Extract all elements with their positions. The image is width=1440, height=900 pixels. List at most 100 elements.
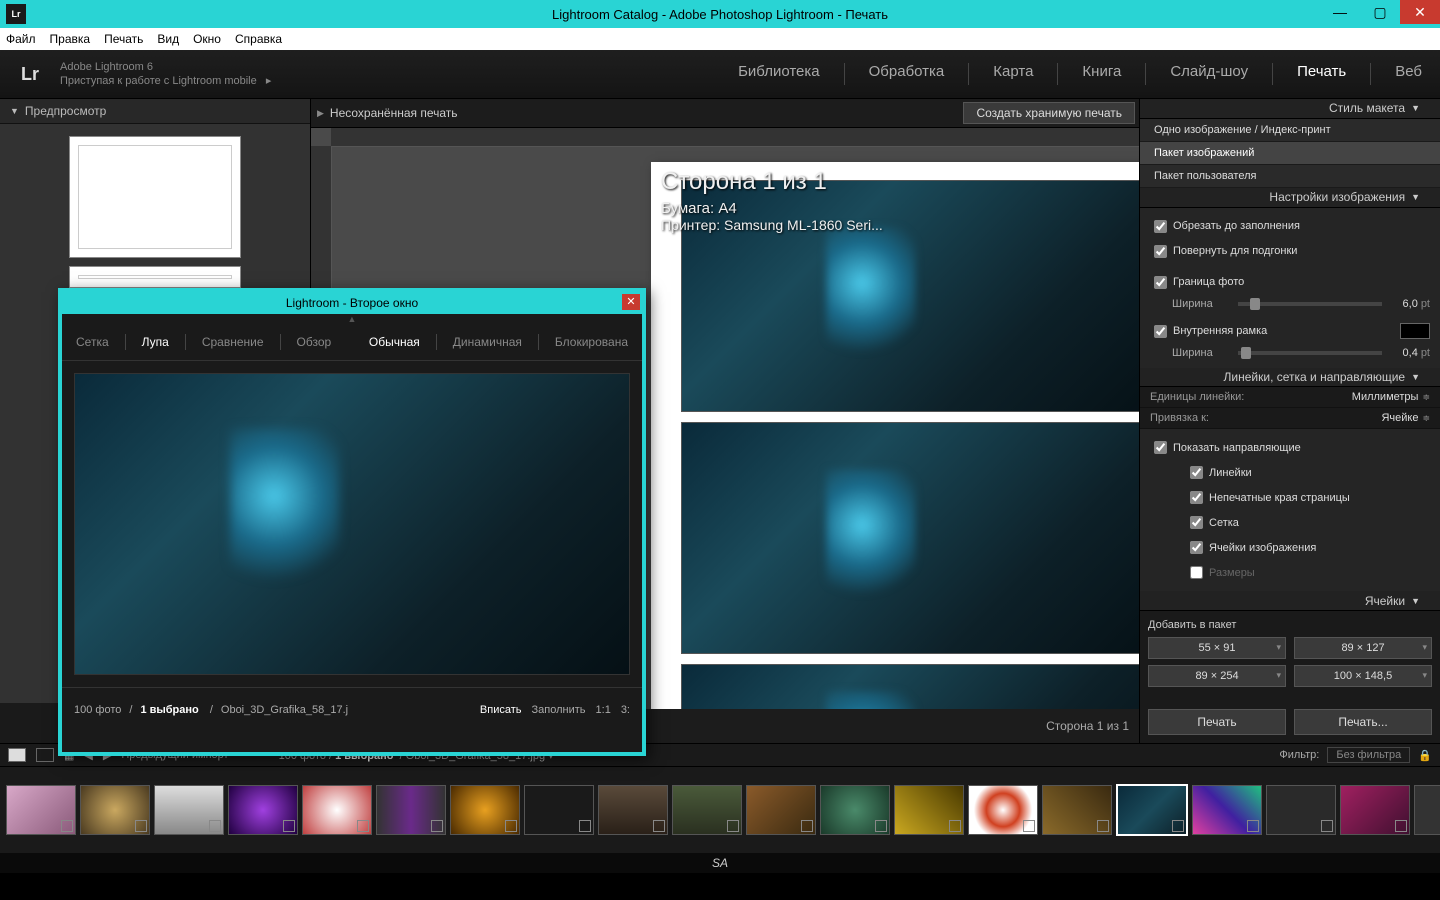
tab-normal[interactable]: Обычная [369,335,420,349]
border-checkbox[interactable] [1154,276,1167,289]
second-window-titlebar[interactable]: Lightroom - Второе окно ✕ [62,292,642,314]
menu-edit[interactable]: Правка [50,32,91,46]
filmstrip-thumb[interactable] [80,785,150,835]
rulers-header[interactable]: Линейки, сетка и направляющие▼ [1140,368,1440,388]
image-settings-header[interactable]: Настройки изображения▼ [1140,188,1440,208]
maximize-button[interactable]: ▢ [1360,0,1400,24]
tab-dynamic[interactable]: Динамичная [453,335,522,349]
cell-size-button[interactable]: 89 × 127▾ [1294,637,1432,659]
menu-file[interactable]: Файл [6,32,36,46]
menu-view[interactable]: Вид [157,32,179,46]
filmstrip-thumb[interactable] [376,785,446,835]
filmstrip-thumb[interactable] [450,785,520,835]
inner-checkbox[interactable] [1154,325,1167,338]
create-saved-print-button[interactable]: Создать хранимую печать [963,102,1135,124]
filmstrip-thumb[interactable] [6,785,76,835]
monitor-2-button[interactable] [36,748,54,762]
tab-survey[interactable]: Обзор [297,335,332,349]
style-single[interactable]: Одно изображение / Индекс-принт [1140,119,1440,142]
module-book[interactable]: Книга [1082,63,1121,85]
filmstrip-thumb[interactable] [228,785,298,835]
guides-grid-checkbox[interactable] [1190,516,1203,529]
filmstrip-thumb[interactable] [1340,785,1410,835]
preview-header[interactable]: ▼Предпросмотр [0,99,310,124]
fit-button[interactable]: Вписать [480,704,522,716]
filmstrip-thumb[interactable] [154,785,224,835]
menu-help[interactable]: Справка [235,32,282,46]
module-map[interactable]: Карта [993,63,1033,85]
snap-to-dropdown[interactable]: Привязка к:Ячейке≑ [1140,408,1440,429]
chevron-right-icon[interactable]: ▶ [317,108,324,119]
page-thumbnail[interactable] [69,266,241,288]
second-window[interactable]: Lightroom - Второе окно ✕ ▲ Сетка Лупа С… [58,288,646,756]
filmstrip[interactable] [0,767,1440,853]
filmstrip-thumb[interactable] [968,785,1038,835]
printer-label: Принтер: Samsung ML-1860 Seri... [661,217,883,233]
paper-label: Бумага: A4 [661,200,883,217]
menu-window[interactable]: Окно [193,32,221,46]
filmstrip-thumb-selected[interactable] [1116,784,1188,836]
inner-color-swatch[interactable] [1400,323,1430,339]
filmstrip-thumb[interactable] [1266,785,1336,835]
rotate-checkbox[interactable] [1154,245,1167,258]
module-library[interactable]: Библиотека [738,63,820,85]
style-user[interactable]: Пакет пользователя [1140,165,1440,188]
filmstrip-thumb[interactable] [598,785,668,835]
filmstrip-thumb[interactable] [524,785,594,835]
ruler-horizontal [331,128,1139,147]
filmstrip-thumb[interactable] [302,785,372,835]
inner-width-slider[interactable] [1238,351,1382,355]
second-window-footer: 100 фото / 1 выбрано / Oboi_3D_Grafika_5… [62,687,642,732]
guides-dims-checkbox[interactable] [1190,566,1203,579]
chevron-down-icon: ▼ [1411,192,1420,202]
filmstrip-thumb[interactable] [894,785,964,835]
fill-button[interactable]: Заполнить [532,704,586,716]
filmstrip-thumb[interactable] [1414,785,1440,835]
second-window-close-button[interactable]: ✕ [622,294,640,310]
filmstrip-thumb[interactable] [1042,785,1112,835]
page-thumbnail[interactable] [69,136,241,258]
module-slideshow[interactable]: Слайд-шоу [1170,63,1248,85]
module-print[interactable]: Печать [1297,63,1346,85]
second-window-tabs: Сетка Лупа Сравнение Обзор Обычная Динам… [62,324,642,361]
border-width-slider[interactable] [1238,302,1382,306]
close-button[interactable]: ✕ [1400,0,1440,24]
guides-checkbox[interactable] [1154,441,1167,454]
tab-loupe[interactable]: Лупа [142,335,169,349]
image-cell[interactable] [681,422,1139,654]
tab-grid[interactable]: Сетка [76,335,109,349]
menu-print[interactable]: Печать [104,32,143,46]
monitor-1-button[interactable] [8,748,26,762]
layout-style-header[interactable]: Стиль макета▼ [1140,99,1440,119]
zoom-1to1-button[interactable]: 1:1 [596,704,611,716]
second-window-image[interactable] [74,373,630,675]
paper-preview[interactable] [651,162,1139,709]
print-dialog-button[interactable]: Печать... [1294,709,1432,735]
window-title: Lightroom Catalog - Adobe Photoshop Ligh… [0,7,1440,22]
tab-compare[interactable]: Сравнение [202,335,264,349]
guides-margins-checkbox[interactable] [1190,491,1203,504]
style-package[interactable]: Пакет изображений [1140,142,1440,165]
ruler-units-dropdown[interactable]: Единицы линейки:Миллиметры≑ [1140,387,1440,408]
cell-size-button[interactable]: 89 × 254▾ [1148,665,1286,687]
guides-rulers-checkbox[interactable] [1190,466,1203,479]
filmstrip-thumb[interactable] [820,785,890,835]
guides-cells-checkbox[interactable] [1190,541,1203,554]
module-develop[interactable]: Обработка [869,63,945,85]
image-cell[interactable] [681,664,1139,709]
filmstrip-thumb[interactable] [1192,785,1262,835]
cell-size-button[interactable]: 55 × 91▾ [1148,637,1286,659]
filmstrip-thumb[interactable] [672,785,742,835]
module-web[interactable]: Веб [1395,63,1422,85]
mobile-prompt[interactable]: Приступая к работе с Lightroom mobile ▸ [60,74,271,88]
zoom-ratio-button[interactable]: 3: [621,704,630,716]
filmstrip-thumb[interactable] [746,785,816,835]
crop-checkbox[interactable] [1154,220,1167,233]
cells-header[interactable]: Ячейки▼ [1140,591,1440,611]
cell-size-button[interactable]: 100 × 148,5▾ [1294,665,1432,687]
filter-lock-icon[interactable]: 🔒 [1418,749,1432,762]
filter-dropdown[interactable]: Без фильтра [1327,747,1410,763]
print-button[interactable]: Печать [1148,709,1286,735]
minimize-button[interactable]: — [1320,0,1360,24]
tab-locked[interactable]: Блокирована [555,335,628,349]
